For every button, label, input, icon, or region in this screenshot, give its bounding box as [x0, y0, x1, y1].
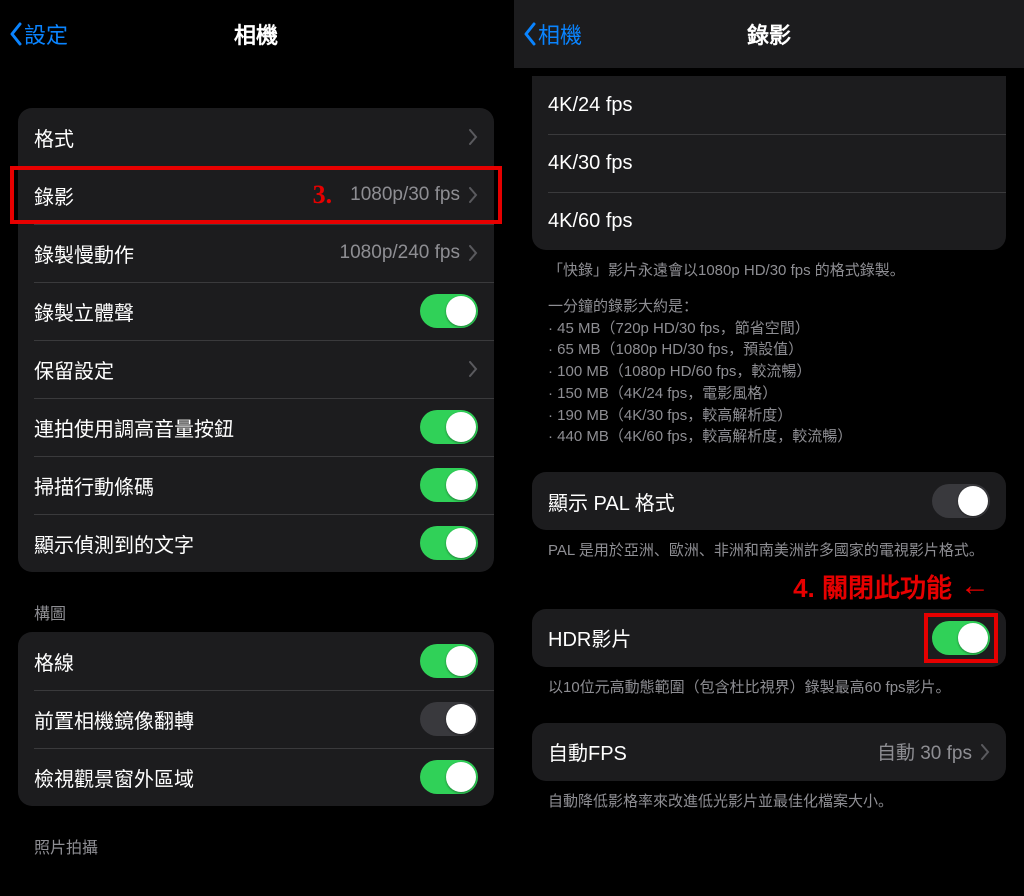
toggle-stereo[interactable] — [420, 294, 478, 328]
row-label: 掃描行動條碼 — [34, 471, 420, 500]
row-mirror-front[interactable]: 前置相機鏡像翻轉 — [18, 690, 494, 748]
row-label: 4K/24 fps — [548, 94, 990, 117]
footer-auto-fps: 自動降低影格率來改進低光影片並最佳化檔案大小。 — [532, 781, 1006, 813]
row-record-slomo[interactable]: 錄製慢動作 1080p/240 fps — [18, 224, 494, 282]
row-view-outside-frame[interactable]: 檢視觀景窗外區域 — [18, 748, 494, 806]
footer-hdr: 以10位元高動態範圍（包含杜比視界）錄製最高60 fps影片。 — [532, 667, 1006, 699]
page-title: 相機 — [0, 18, 512, 50]
settings-group-main: 格式 錄影 3. 1080p/30 fps 錄製慢動作 1080p/240 fp… — [18, 108, 494, 572]
chevron-left-icon — [8, 22, 22, 46]
row-record-video[interactable]: 錄影 3. 1080p/30 fps — [18, 166, 494, 224]
toggle-show-text[interactable] — [420, 526, 478, 560]
row-hdr-video[interactable]: HDR影片 — [532, 609, 1006, 667]
settings-group-composition: 格線 前置相機鏡像翻轉 檢視觀景窗外區域 — [18, 632, 494, 806]
toggle-scan-qr[interactable] — [420, 468, 478, 502]
row-label: 檢視觀景窗外區域 — [34, 763, 420, 792]
group-header-composition: 構圖 — [18, 600, 494, 632]
group-auto-fps: 自動FPS 自動 30 fps — [532, 723, 1006, 781]
group-hdr: HDR影片 — [532, 609, 1006, 667]
row-label: 格式 — [34, 123, 468, 152]
minute-line: · 440 MB（4K/60 fps，較高解析度，較流暢） — [548, 426, 990, 448]
toggle-grid[interactable] — [420, 644, 478, 678]
row-label: 顯示 PAL 格式 — [548, 487, 932, 516]
chevron-right-icon — [980, 744, 990, 760]
row-4k30[interactable]: 4K/30 fps — [532, 134, 1006, 192]
footer-pal: PAL 是用於亞洲、歐洲、非洲和南美洲許多國家的電視影片格式。 — [532, 530, 1006, 562]
row-4k24[interactable]: 4K/24 fps — [532, 76, 1006, 134]
toggle-mirror-front[interactable] — [420, 702, 478, 736]
content-scroll: 4K/24 fps 4K/30 fps 4K/60 fps 「快錄」影片永遠會以… — [514, 68, 1024, 896]
annotation-step4: 4. 關閉此功能 ← — [532, 568, 1006, 605]
back-label: 設定 — [24, 18, 68, 50]
row-scan-qr[interactable]: 掃描行動條碼 — [18, 456, 494, 514]
row-label: 格線 — [34, 647, 420, 676]
chevron-right-icon — [468, 245, 478, 261]
chevron-left-icon — [522, 22, 536, 46]
row-grid[interactable]: 格線 — [18, 632, 494, 690]
row-value: 1080p/30 fps — [350, 184, 460, 206]
row-label: 顯示偵測到的文字 — [34, 529, 420, 558]
minute-line: · 190 MB（4K/30 fps，較高解析度） — [548, 405, 990, 427]
minute-line: · 100 MB（1080p HD/60 fps，較流暢） — [548, 361, 990, 383]
row-4k60[interactable]: 4K/60 fps — [532, 192, 1006, 250]
header: 設定 相機 — [0, 0, 512, 68]
row-label: 保留設定 — [34, 355, 468, 384]
chevron-right-icon — [468, 129, 478, 145]
row-label: 錄製立體聲 — [34, 297, 420, 326]
row-format[interactable]: 格式 — [18, 108, 494, 166]
group-resolutions: 4K/24 fps 4K/30 fps 4K/60 fps — [532, 76, 1006, 250]
page-title: 錄影 — [514, 18, 1024, 50]
camera-settings-screen: 設定 相機 格式 錄影 3. 1080p/30 fps 錄製慢動作 1080p/… — [0, 0, 512, 896]
toggle-pal[interactable] — [932, 484, 990, 518]
chevron-right-icon — [468, 361, 478, 377]
row-label: 錄製慢動作 — [34, 239, 340, 268]
row-value: 自動 30 fps — [877, 738, 972, 765]
chevron-right-icon — [468, 187, 478, 203]
row-label: 錄影 — [34, 181, 313, 210]
back-label: 相機 — [538, 18, 582, 50]
row-burst-volume-up[interactable]: 連拍使用調高音量按鈕 — [18, 398, 494, 456]
row-auto-fps[interactable]: 自動FPS 自動 30 fps — [532, 723, 1006, 781]
row-record-stereo[interactable]: 錄製立體聲 — [18, 282, 494, 340]
row-label: 4K/30 fps — [548, 152, 990, 175]
minute-line: · 45 MB（720p HD/30 fps，節省空間） — [548, 318, 990, 340]
footer-minute-sizes: 一分鐘的錄影大約是： · 45 MB（720p HD/30 fps，節省空間） … — [532, 282, 1006, 448]
row-label: 連拍使用調高音量按鈕 — [34, 413, 420, 442]
annotation-step4-text: 4. 關閉此功能 — [793, 568, 952, 605]
row-preserve-settings[interactable]: 保留設定 — [18, 340, 494, 398]
back-button[interactable]: 相機 — [522, 18, 582, 50]
minute-head: 一分鐘的錄影大約是： — [548, 296, 990, 318]
header: 相機 錄影 — [514, 0, 1024, 68]
row-show-detected-text[interactable]: 顯示偵測到的文字 — [18, 514, 494, 572]
content-scroll: 格式 錄影 3. 1080p/30 fps 錄製慢動作 1080p/240 fp… — [0, 68, 512, 896]
footer-quick-take: 「快錄」影片永遠會以1080p HD/30 fps 的格式錄製。 — [532, 250, 1006, 282]
record-video-screen: 相機 錄影 4K/24 fps 4K/30 fps 4K/60 fps 「快錄」… — [512, 0, 1024, 896]
row-show-pal[interactable]: 顯示 PAL 格式 — [532, 472, 1006, 530]
toggle-hdr-video[interactable] — [932, 621, 990, 655]
arrow-left-icon: ← — [960, 569, 990, 603]
row-label: 前置相機鏡像翻轉 — [34, 705, 420, 734]
toggle-burst-volume[interactable] — [420, 410, 478, 444]
row-value: 1080p/240 fps — [340, 242, 460, 264]
row-label: 自動FPS — [548, 737, 877, 766]
minute-line: · 150 MB（4K/24 fps，電影風格） — [548, 383, 990, 405]
toggle-outside-frame[interactable] — [420, 760, 478, 794]
row-label: 4K/60 fps — [548, 210, 990, 233]
annotation-step3: 3. — [313, 180, 333, 210]
group-header-photo-capture: 照片拍攝 — [18, 834, 494, 866]
back-button[interactable]: 設定 — [8, 18, 68, 50]
group-pal: 顯示 PAL 格式 — [532, 472, 1006, 530]
minute-line: · 65 MB（1080p HD/30 fps，預設值） — [548, 339, 990, 361]
row-label: HDR影片 — [548, 623, 932, 652]
